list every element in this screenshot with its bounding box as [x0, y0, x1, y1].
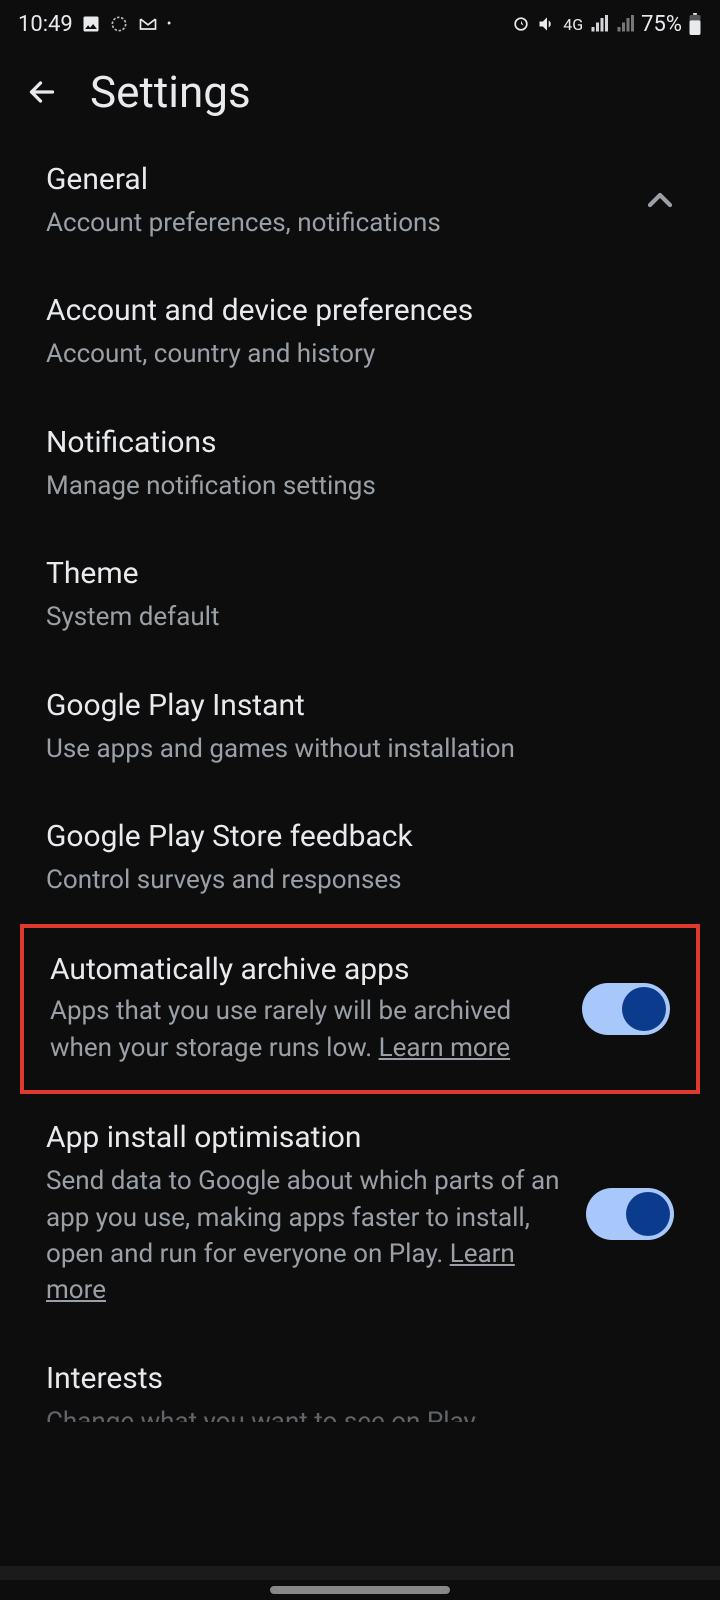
image-icon [81, 14, 101, 34]
row-title: Automatically archive apps [50, 952, 562, 987]
battery-label: 75% [641, 12, 682, 37]
row-title: General [46, 162, 654, 197]
back-button[interactable] [18, 68, 66, 116]
arrow-left-icon [24, 74, 60, 110]
signal-icon-2 [615, 15, 635, 33]
row-title: Google Play Instant [46, 688, 654, 723]
setting-play-feedback[interactable]: Google Play Store feedback Control surve… [0, 793, 720, 924]
page-title: Settings [90, 66, 251, 118]
auto-archive-toggle[interactable] [582, 983, 670, 1035]
status-right: 4G 75% [511, 12, 702, 37]
install-optimisation-toggle[interactable] [586, 1188, 674, 1240]
bottom-divider [0, 1566, 720, 1580]
chevron-up-icon [640, 180, 680, 224]
network-label: 4G [563, 15, 583, 34]
mute-icon [537, 14, 557, 34]
setting-install-optimisation[interactable]: App install optimisation Send data to Go… [0, 1094, 720, 1335]
row-title: Notifications [46, 425, 654, 460]
row-subtitle: Account, country and history [46, 336, 654, 372]
dot-icon: • [167, 16, 172, 32]
toggle-knob [622, 987, 666, 1031]
status-bar: 10:49 • 4G 75% [0, 0, 720, 48]
setting-general[interactable]: General Account preferences, notificatio… [0, 136, 720, 267]
gmail-icon [137, 14, 159, 34]
row-subtitle: Change what you want to see on Play [46, 1404, 674, 1422]
toggle-knob [626, 1192, 670, 1236]
status-time: 10:49 [18, 12, 73, 37]
row-title: Theme [46, 556, 654, 591]
loading-icon [109, 14, 129, 34]
setting-theme[interactable]: Theme System default [0, 530, 720, 661]
app-bar: Settings [0, 48, 720, 136]
row-title: Account and device preferences [46, 293, 654, 328]
setting-auto-archive[interactable]: Automatically archive apps Apps that you… [20, 924, 700, 1094]
row-subtitle: Account preferences, notifications [46, 205, 654, 241]
setting-play-instant[interactable]: Google Play Instant Use apps and games w… [0, 662, 720, 793]
status-left: 10:49 • [18, 12, 172, 37]
setting-notifications[interactable]: Notifications Manage notification settin… [0, 399, 720, 530]
row-subtitle: Manage notification settings [46, 468, 654, 504]
row-title: Google Play Store feedback [46, 819, 654, 854]
row-title: Interests [46, 1361, 674, 1396]
learn-more-link[interactable]: Learn more [379, 1033, 511, 1063]
battery-icon [688, 13, 702, 35]
row-subtitle: Apps that you use rarely will be archive… [50, 993, 562, 1066]
row-subtitle: Send data to Google about which parts of… [46, 1163, 566, 1309]
alarm-icon [511, 14, 531, 34]
row-subtitle: Use apps and games without installation [46, 731, 654, 767]
settings-list: General Account preferences, notificatio… [0, 136, 720, 1422]
row-subtitle: System default [46, 599, 654, 635]
setting-account-preferences[interactable]: Account and device preferences Account, … [0, 267, 720, 398]
nav-handle[interactable] [270, 1586, 450, 1594]
signal-icon [589, 15, 609, 33]
row-title: App install optimisation [46, 1120, 566, 1155]
setting-interests[interactable]: Interests Change what you want to see on… [0, 1335, 720, 1422]
row-subtitle: Control surveys and responses [46, 862, 654, 898]
